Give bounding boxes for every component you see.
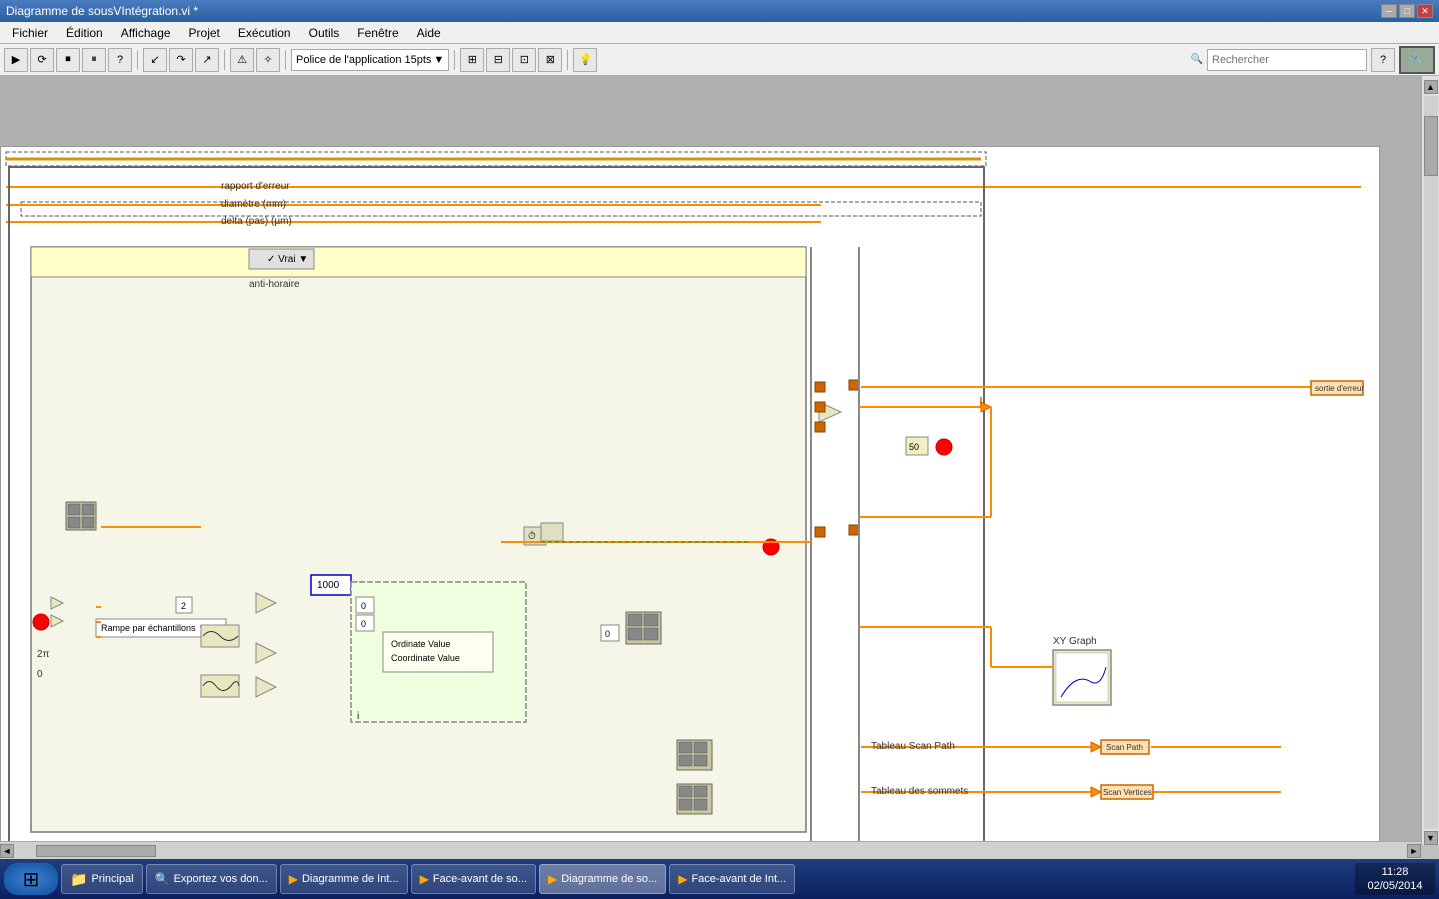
svg-text:Scan Vertices: Scan Vertices <box>1103 788 1152 797</box>
help-icon[interactable]: ? <box>1371 48 1395 72</box>
search-area: 🔍 ? 🔧 <box>1191 46 1435 74</box>
taskbar-app-icon-3: ▶ <box>420 872 429 886</box>
svg-text:N: N <box>355 580 362 591</box>
h-scroll-track <box>16 844 1405 858</box>
menu-bar: Fichier Édition Affichage Projet Exécuti… <box>0 22 1439 44</box>
svg-text:50: 50 <box>909 442 919 452</box>
search-input[interactable] <box>1207 49 1367 71</box>
resize-button[interactable]: ⊡ <box>512 48 536 72</box>
svg-text:0: 0 <box>361 619 366 629</box>
scroll-track <box>1424 96 1438 829</box>
taskbar-folder-icon: 📁 <box>70 871 87 888</box>
wiring-svg: ✓ Vrai ▼ anti-horaire rapport d'erreur d… <box>1 147 1379 845</box>
svg-text:anti-horaire: anti-horaire <box>249 279 300 290</box>
font-selector[interactable]: Police de l'application 15pts ▼ <box>291 49 449 71</box>
separator-2 <box>224 50 225 70</box>
scroll-left-button[interactable]: ◄ <box>0 844 14 858</box>
svg-text:delta (pas) (µm): delta (pas) (µm) <box>221 216 292 227</box>
svg-text:2π: 2π <box>37 649 50 660</box>
context-help[interactable]: 💡 <box>573 48 597 72</box>
run-cont-button[interactable]: ⟳ <box>30 48 54 72</box>
svg-text:i: i <box>357 711 359 722</box>
separator-4 <box>454 50 455 70</box>
separator-1 <box>137 50 138 70</box>
svg-text:XY Graph: XY Graph <box>1053 636 1097 647</box>
taskbar-app-icon-1: 🔍 <box>155 872 170 886</box>
toolbar: ▶ ⟳ ⏹ ⏸ ? ↙ ↷ ↗ ⚠ ✧ Police de l'applicat… <box>0 44 1439 76</box>
svg-text:⏱: ⏱ <box>528 531 536 542</box>
step-out[interactable]: ↗ <box>195 48 219 72</box>
step-into[interactable]: ↙ <box>143 48 167 72</box>
bottom-scrollbar[interactable]: ◄ ► <box>0 841 1421 859</box>
svg-text:Coordinate Value: Coordinate Value <box>391 653 460 663</box>
scrollbar-right[interactable]: ▲ ▼ <box>1421 76 1439 845</box>
taskbar-item-principal[interactable]: 📁 Principal <box>61 864 143 894</box>
dist-button[interactable]: ⊟ <box>486 48 510 72</box>
svg-text:Scan Path: Scan Path <box>1106 743 1143 752</box>
taskbar-item-face-avant-so[interactable]: ▶ Face-avant de so... <box>411 864 536 894</box>
taskbar-app-icon-2: ▶ <box>289 872 298 886</box>
menu-outils[interactable]: Outils <box>301 24 348 42</box>
search-icon: 🔍 <box>1191 54 1203 65</box>
scroll-right-button[interactable]: ► <box>1407 844 1421 858</box>
clean-button[interactable]: ✧ <box>256 48 280 72</box>
title-bar: Diagramme de sousVIntégration.vi * ─ □ ✕ <box>0 0 1439 22</box>
separator-5 <box>567 50 568 70</box>
h-scroll-thumb[interactable] <box>36 845 156 857</box>
menu-execution[interactable]: Exécution <box>230 24 299 42</box>
svg-text:rapport d'erreur: rapport d'erreur <box>221 181 290 192</box>
separator-3 <box>285 50 286 70</box>
menu-affichage[interactable]: Affichage <box>113 24 179 42</box>
taskbar-app-icon-4: ▶ <box>548 872 557 886</box>
main-area: ✓ Vrai ▼ anti-horaire rapport d'erreur d… <box>0 76 1439 845</box>
svg-text:sortie d'erreur: sortie d'erreur <box>1315 384 1364 393</box>
scroll-thumb[interactable] <box>1424 116 1438 176</box>
svg-text:1000: 1000 <box>317 580 340 591</box>
start-icon: ⊞ <box>23 867 40 892</box>
maximize-button[interactable]: □ <box>1399 4 1415 18</box>
svg-text:Ordinate Value: Ordinate Value <box>391 639 450 649</box>
svg-text:✓ Vrai ▼: ✓ Vrai ▼ <box>267 254 308 265</box>
menu-fenetre[interactable]: Fenêtre <box>349 24 406 42</box>
taskbar-app-icon-5: ▶ <box>678 872 687 886</box>
step-over[interactable]: ↷ <box>169 48 193 72</box>
menu-aide[interactable]: Aide <box>409 24 449 42</box>
window-controls: ─ □ ✕ <box>1381 4 1433 18</box>
window-title: Diagramme de sousVIntégration.vi * <box>6 4 198 18</box>
clock-date: 02/05/2014 <box>1365 879 1425 893</box>
svg-text:diamètre (mm): diamètre (mm) <box>221 199 286 210</box>
diagram-area: ✓ Vrai ▼ anti-horaire rapport d'erreur d… <box>0 146 1380 845</box>
scroll-down-button[interactable]: ▼ <box>1424 831 1438 845</box>
taskbar-item-diagramme-so[interactable]: ▶ Diagramme de so... <box>539 864 666 894</box>
menu-fichier[interactable]: Fichier <box>4 24 56 42</box>
order-button[interactable]: ⊠ <box>538 48 562 72</box>
pause-button[interactable]: ⏸ <box>82 48 106 72</box>
svg-text:2: 2 <box>181 601 186 611</box>
scroll-up-button[interactable]: ▲ <box>1424 80 1438 94</box>
svg-text:0: 0 <box>361 601 366 611</box>
stop-button[interactable]: ⏹ <box>56 48 80 72</box>
svg-text:Tableau Scan Path: Tableau Scan Path <box>871 741 955 752</box>
align-button[interactable]: ⊞ <box>460 48 484 72</box>
taskbar-item-exportez[interactable]: 🔍 Exportez vos don... <box>146 864 277 894</box>
tools-icon[interactable]: 🔧 <box>1399 46 1435 74</box>
warning-button[interactable]: ⚠ <box>230 48 254 72</box>
svg-text:0: 0 <box>605 629 610 639</box>
run-button[interactable]: ▶ <box>4 48 28 72</box>
taskbar-clock: 11:28 02/05/2014 <box>1355 863 1435 896</box>
svg-text:0: 0 <box>37 669 43 680</box>
help-button[interactable]: ? <box>108 48 132 72</box>
start-button[interactable]: ⊞ <box>4 863 58 895</box>
minimize-button[interactable]: ─ <box>1381 4 1397 18</box>
menu-edition[interactable]: Édition <box>58 24 111 42</box>
menu-projet[interactable]: Projet <box>181 24 228 42</box>
close-button[interactable]: ✕ <box>1417 4 1433 18</box>
taskbar-item-face-avant-int[interactable]: ▶ Face-avant de Int... <box>669 864 795 894</box>
taskbar: ⊞ 📁 Principal 🔍 Exportez vos don... ▶ Di… <box>0 859 1439 899</box>
clock-time: 11:28 <box>1365 865 1425 879</box>
svg-text:Tableau des sommets: Tableau des sommets <box>871 786 968 797</box>
taskbar-item-diagramme-int[interactable]: ▶ Diagramme de Int... <box>280 864 408 894</box>
svg-text:Rampe par échantillons ▼: Rampe par échantillons ▼ <box>101 623 207 633</box>
